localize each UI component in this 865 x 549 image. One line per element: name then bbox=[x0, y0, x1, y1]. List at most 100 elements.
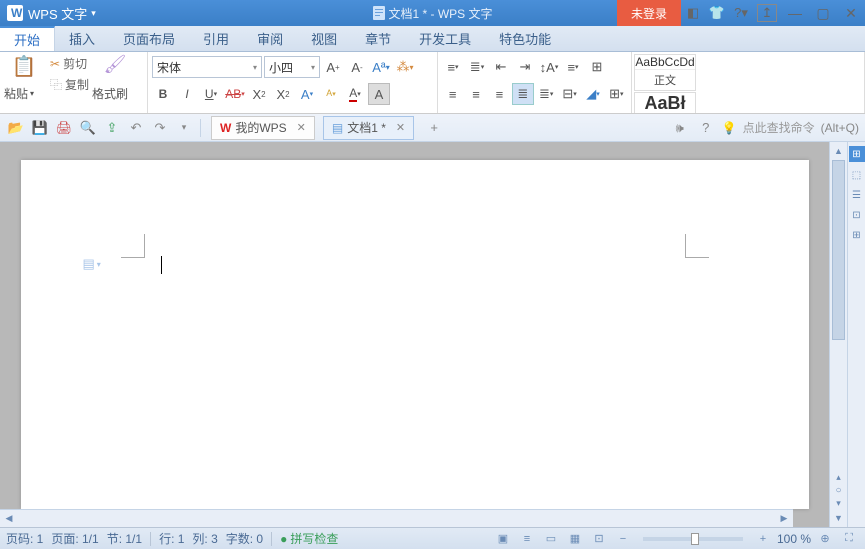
decrease-indent-button[interactable]: ⇤ bbox=[490, 56, 512, 78]
change-case-button[interactable]: Aª▾ bbox=[370, 56, 392, 78]
borders-button[interactable]: ⊞ bbox=[586, 56, 608, 78]
view-fullscreen-button[interactable]: ⊡ bbox=[589, 530, 609, 548]
tabs-button[interactable]: ⊟▾ bbox=[559, 83, 580, 105]
status-word-count[interactable]: 字数: 0 bbox=[226, 530, 263, 547]
show-marks-button[interactable]: ⊞▾ bbox=[606, 83, 627, 105]
close-button[interactable]: ✕ bbox=[837, 0, 865, 26]
superscript-button[interactable]: X2 bbox=[248, 83, 270, 105]
status-page-count[interactable]: 页面: 1/1 bbox=[51, 530, 98, 547]
font-size-select[interactable]: 小四▾ bbox=[264, 56, 320, 78]
horizontal-scrollbar[interactable]: ◀ ▶ bbox=[0, 509, 793, 527]
tab-view[interactable]: 视图 bbox=[297, 26, 351, 51]
style-heading1[interactable]: AaBł标题 1 bbox=[634, 92, 696, 114]
fit-page-button[interactable]: ⊕ bbox=[815, 530, 835, 548]
page-options-icon[interactable]: ▤▾ bbox=[83, 256, 101, 272]
tab-my-wps[interactable]: W 我的WPS ✕ bbox=[211, 116, 315, 140]
skin-icon[interactable]: ◧ bbox=[681, 0, 705, 26]
grow-font-button[interactable]: A+ bbox=[322, 56, 344, 78]
new-tab-button[interactable]: + bbox=[424, 118, 444, 138]
zoom-out-button[interactable]: − bbox=[613, 530, 633, 548]
underline-button[interactable]: U▾ bbox=[200, 83, 222, 105]
line-spacing-button[interactable]: ≡▾ bbox=[562, 56, 584, 78]
zoom-level[interactable]: 100 % bbox=[777, 532, 811, 546]
tab-developer[interactable]: 开发工具 bbox=[405, 26, 485, 51]
undo-button[interactable]: ↶ bbox=[126, 118, 146, 138]
tab-layout[interactable]: 页面布局 bbox=[109, 26, 189, 51]
view-web-button[interactable]: ▭ bbox=[541, 530, 561, 548]
tab-insert[interactable]: 插入 bbox=[55, 26, 109, 51]
text-effect-button[interactable]: A▾ bbox=[296, 83, 318, 105]
align-center-button[interactable]: ≡ bbox=[465, 83, 486, 105]
help-icon[interactable]: ?▾ bbox=[729, 0, 753, 26]
format-painter-button[interactable]: 🖌 bbox=[95, 54, 135, 75]
page-area[interactable]: ▤▾ ◀ ▶ bbox=[0, 142, 829, 527]
align-left-button[interactable]: ≡ bbox=[442, 83, 463, 105]
scroll-left-button[interactable]: ◀ bbox=[0, 513, 18, 524]
login-button[interactable]: 未登录 bbox=[617, 0, 681, 26]
status-spellcheck[interactable]: 拼写检查 bbox=[280, 530, 338, 547]
tab-review[interactable]: 审阅 bbox=[243, 26, 297, 51]
align-right-button[interactable]: ≡ bbox=[489, 83, 510, 105]
zoom-in-button[interactable]: + bbox=[753, 530, 773, 548]
print-button[interactable]: 🖨 bbox=[54, 118, 74, 138]
paste-button[interactable]: 📋 bbox=[4, 54, 44, 79]
save-button[interactable]: 💾 bbox=[30, 118, 50, 138]
export-pdf-button[interactable]: ⇪ bbox=[102, 118, 122, 138]
shading-button[interactable]: ◢▾ bbox=[582, 83, 603, 105]
clear-format-button[interactable]: ⁂▾ bbox=[394, 56, 416, 78]
open-button[interactable]: 📂 bbox=[6, 118, 26, 138]
zoom-thumb[interactable] bbox=[691, 533, 699, 545]
view-outline-button[interactable]: ≡ bbox=[517, 530, 537, 548]
scroll-up-button[interactable]: ▲ bbox=[830, 142, 847, 160]
document-page[interactable]: ▤▾ bbox=[21, 160, 809, 509]
tab-feature[interactable]: 特色功能 bbox=[485, 26, 565, 51]
subscript-button[interactable]: X2 bbox=[272, 83, 294, 105]
status-page-number[interactable]: 页码: 1 bbox=[6, 530, 43, 547]
tab-start[interactable]: 开始 bbox=[0, 26, 55, 51]
panel-nav-icon[interactable]: ☰ bbox=[850, 188, 864, 202]
char-shading-button[interactable]: A bbox=[368, 83, 390, 105]
align-justify-button[interactable]: ≣ bbox=[512, 83, 533, 105]
panel-select-icon[interactable]: ⬚ bbox=[850, 168, 864, 182]
voice-icon[interactable]: 🕪 bbox=[670, 118, 690, 138]
distribute-button[interactable]: ≣▾ bbox=[536, 83, 557, 105]
scroll-down-button[interactable]: ▼ bbox=[830, 509, 847, 527]
tab-reference[interactable]: 引用 bbox=[189, 26, 243, 51]
prev-page-button[interactable]: ▴ bbox=[836, 472, 841, 483]
share-icon[interactable]: ↥ bbox=[757, 4, 777, 22]
panel-style-icon[interactable]: ⊞ bbox=[849, 146, 865, 162]
numbering-button[interactable]: ≣▾ bbox=[466, 56, 488, 78]
redo-button[interactable]: ↷ bbox=[150, 118, 170, 138]
bullets-button[interactable]: ≡▾ bbox=[442, 56, 464, 78]
panel-properties-icon[interactable]: ⊡ bbox=[850, 208, 864, 222]
tab-close-icon[interactable]: ✕ bbox=[396, 121, 405, 134]
help-small-icon[interactable]: ? bbox=[696, 118, 716, 138]
qat-dropdown[interactable]: ▾ bbox=[174, 118, 194, 138]
tab-chapter[interactable]: 章节 bbox=[351, 26, 405, 51]
scroll-right-button[interactable]: ▶ bbox=[775, 513, 793, 524]
command-search-hint[interactable]: 点此查找命令 bbox=[743, 119, 815, 136]
next-page-button[interactable]: ▾ bbox=[836, 498, 841, 509]
italic-button[interactable]: I bbox=[176, 83, 198, 105]
bold-button[interactable]: B bbox=[152, 83, 174, 105]
panel-backup-icon[interactable]: ⊞ bbox=[850, 228, 864, 242]
text-direction-button[interactable]: ↕A▾ bbox=[538, 56, 560, 78]
increase-indent-button[interactable]: ⇥ bbox=[514, 56, 536, 78]
scroll-thumb[interactable] bbox=[832, 160, 845, 340]
font-color-button[interactable]: A▾ bbox=[344, 83, 366, 105]
vertical-scrollbar[interactable]: ▲ ▴ ○ ▾ ▼ bbox=[829, 142, 847, 527]
view-reading-button[interactable]: ▦ bbox=[565, 530, 585, 548]
maximize-button[interactable]: ▢ bbox=[809, 0, 837, 26]
view-print-layout-button[interactable]: ▣ bbox=[493, 530, 513, 548]
paste-label[interactable]: 粘贴▾ bbox=[4, 85, 34, 102]
strikethrough-button[interactable]: AB▾ bbox=[224, 83, 246, 105]
tab-document[interactable]: ▤ 文档1 * ✕ bbox=[323, 116, 414, 140]
tshirt-icon[interactable]: 👕 bbox=[705, 0, 729, 26]
style-normal[interactable]: AaBbCcDd正文 bbox=[634, 54, 696, 91]
minimize-button[interactable]: — bbox=[781, 0, 809, 26]
tab-close-icon[interactable]: ✕ bbox=[297, 121, 306, 134]
best-fit-button[interactable]: ⛶ bbox=[839, 530, 859, 548]
print-preview-button[interactable]: 🔍 bbox=[78, 118, 98, 138]
cut-button[interactable]: ✂剪切 bbox=[50, 54, 89, 73]
shrink-font-button[interactable]: A- bbox=[346, 56, 368, 78]
